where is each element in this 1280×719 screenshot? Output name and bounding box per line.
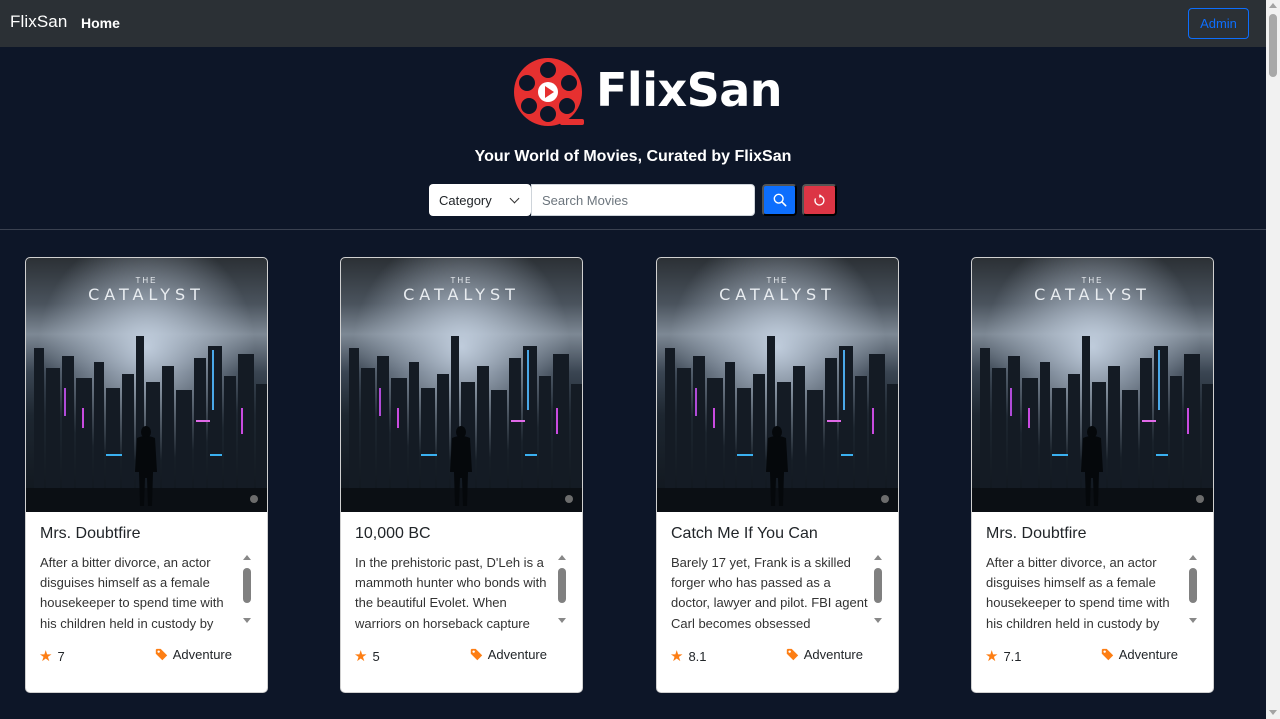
movie-rating: ★ 7: [39, 647, 65, 665]
scroll-down-arrow-icon[interactable]: [558, 618, 566, 623]
search-input[interactable]: [531, 184, 755, 216]
genre-label: Adventure: [1118, 647, 1178, 662]
star-icon: ★: [985, 648, 999, 665]
category-select[interactable]: Category: [429, 184, 531, 216]
poster-title: CATALYST: [719, 285, 836, 304]
movie-title: Mrs. Doubtfire: [40, 525, 141, 542]
movie-card[interactable]: THE CATALYST 10,000 BC In the prehistori…: [340, 257, 583, 693]
logo-text: FlixSan: [596, 63, 783, 117]
film-reel-icon: [514, 58, 584, 126]
header-divider: [0, 229, 1266, 230]
poster-title-small: THE: [450, 276, 473, 285]
movie-description: After a bitter divorce, an actor disguis…: [986, 555, 1170, 631]
movie-rating: ★ 8.1: [670, 647, 707, 665]
scroll-down-arrow-icon[interactable]: [243, 618, 251, 623]
scroll-thumb[interactable]: [243, 568, 251, 603]
movie-genre: Adventure: [470, 647, 547, 662]
nav-link-home[interactable]: Home: [81, 15, 120, 31]
scroll-down-arrow-icon[interactable]: [1269, 710, 1277, 715]
movie-poster[interactable]: THE CATALYST: [26, 258, 267, 512]
poster-title-small: THE: [1081, 276, 1104, 285]
scroll-up-arrow-icon[interactable]: [1269, 3, 1277, 8]
rating-value: 5: [372, 648, 380, 664]
star-icon: ★: [670, 648, 684, 665]
tag-icon: [155, 648, 167, 661]
movie-rating: ★ 5: [354, 647, 380, 665]
movie-title: 10,000 BC: [355, 525, 431, 542]
scroll-thumb[interactable]: [1189, 568, 1197, 603]
poster-title: CATALYST: [88, 285, 205, 304]
scroll-thumb[interactable]: [558, 568, 566, 603]
poster-title: CATALYST: [1034, 285, 1151, 304]
movie-genre: Adventure: [786, 647, 863, 662]
navbar-brand[interactable]: FlixSan: [10, 12, 67, 32]
scroll-up-arrow-icon[interactable]: [243, 555, 251, 560]
reset-button[interactable]: [802, 184, 837, 216]
movie-genre: Adventure: [1101, 647, 1178, 662]
site-logo: FlixSan: [512, 57, 783, 127]
genre-label: Adventure: [172, 647, 232, 662]
description-scrollbar[interactable]: [557, 555, 567, 627]
rating-value: 7.1: [1003, 648, 1022, 664]
movie-description: After a bitter divorce, an actor disguis…: [40, 555, 224, 631]
chevron-down-icon: [509, 193, 520, 204]
search-button[interactable]: [762, 184, 797, 216]
tag-icon: [1101, 648, 1113, 661]
rating-value: 7: [57, 648, 65, 664]
star-icon: ★: [39, 648, 53, 665]
description-scrollbar[interactable]: [1188, 555, 1198, 627]
scroll-up-arrow-icon[interactable]: [558, 555, 566, 560]
poster-title-small: THE: [766, 276, 789, 285]
movie-card[interactable]: THE CATALYST Mrs. Doubtfire After a bitt…: [25, 257, 268, 693]
description-scrollbar[interactable]: [242, 555, 252, 627]
movie-poster[interactable]: THE CATALYST: [341, 258, 582, 512]
scroll-up-arrow-icon[interactable]: [874, 555, 882, 560]
search-icon: [773, 193, 786, 207]
movie-poster[interactable]: THE CATALYST: [972, 258, 1213, 512]
movie-title: Catch Me If You Can: [671, 525, 818, 542]
scroll-down-arrow-icon[interactable]: [874, 618, 882, 623]
movie-genre: Adventure: [155, 647, 232, 662]
star-icon: ★: [354, 648, 368, 665]
movie-title: Mrs. Doubtfire: [986, 525, 1087, 542]
genre-label: Adventure: [487, 647, 547, 662]
scroll-down-arrow-icon[interactable]: [1189, 618, 1197, 623]
movie-rating: ★ 7.1: [985, 647, 1022, 665]
scroll-thumb[interactable]: [1269, 14, 1277, 77]
admin-button[interactable]: Admin: [1188, 8, 1249, 39]
refresh-icon: [814, 193, 825, 206]
scroll-thumb[interactable]: [874, 568, 882, 603]
poster-title: CATALYST: [403, 285, 520, 304]
tag-icon: [786, 648, 798, 661]
description-scrollbar[interactable]: [873, 555, 883, 627]
movie-poster[interactable]: THE CATALYST: [657, 258, 898, 512]
movie-card[interactable]: THE CATALYST Catch Me If You Can Barely …: [656, 257, 899, 693]
movie-card[interactable]: THE CATALYST Mrs. Doubtfire After a bitt…: [971, 257, 1214, 693]
page-scrollbar[interactable]: [1266, 0, 1280, 719]
genre-label: Adventure: [803, 647, 863, 662]
movie-description: In the prehistoric past, D'Leh is a mamm…: [355, 555, 547, 631]
rating-value: 8.1: [688, 648, 707, 664]
tag-icon: [470, 648, 482, 661]
tagline: Your World of Movies, Curated by FlixSan: [474, 148, 792, 165]
category-select-label: Category: [439, 192, 492, 208]
top-navbar: FlixSan Home Admin: [0, 0, 1266, 47]
scroll-up-arrow-icon[interactable]: [1189, 555, 1197, 560]
poster-title-small: THE: [135, 276, 158, 285]
movie-description: Barely 17 yet, Frank is a skilled forger…: [671, 555, 868, 631]
